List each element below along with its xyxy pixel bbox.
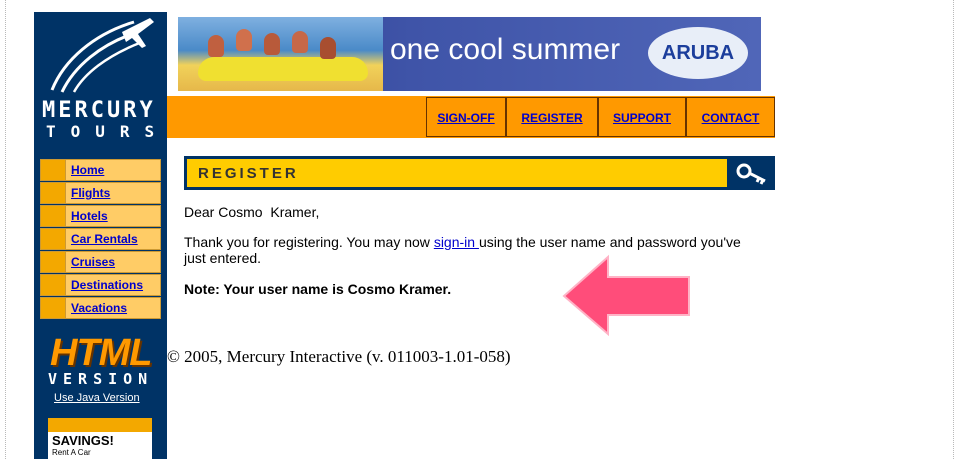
section-title: REGISTER	[198, 165, 299, 182]
brand-subname: TOURS	[46, 122, 170, 141]
ad-title: SAVINGS!	[52, 433, 114, 448]
nav-contact[interactable]: CONTACT	[686, 97, 775, 137]
sidebar-item-label[interactable]: Flights	[71, 186, 110, 200]
copyright-footer: © 2005, Mercury Interactive (v. 011003-1…	[167, 347, 511, 366]
nav-support[interactable]: SUPPORT	[598, 97, 686, 137]
sidebar: MERCURY TOURS Home Flights Hotels Car Re…	[34, 12, 167, 471]
page-border-left	[0, 0, 6, 459]
bullet-icon	[41, 206, 66, 226]
bullet-icon	[41, 183, 66, 203]
version-label: VERSION	[48, 370, 154, 388]
plane-logo-icon	[50, 18, 154, 93]
arrow-annotation-icon	[562, 254, 690, 336]
logo: MERCURY TOURS	[34, 12, 167, 152]
nav-register-link[interactable]: REGISTER	[521, 111, 582, 125]
sidebar-nav: Home Flights Hotels Car Rentals Cruises …	[40, 159, 161, 320]
sidebar-item-destinations[interactable]: Destinations	[40, 274, 161, 296]
sidebar-item-label[interactable]: Cruises	[71, 255, 115, 269]
page-border-right	[953, 0, 961, 459]
greeting: Dear Cosmo Kramer,	[184, 204, 320, 220]
html-version-logo: HTML	[50, 332, 153, 374]
sidebar-item-home[interactable]: Home	[40, 159, 161, 181]
nav-sign-off[interactable]: SIGN-OFF	[426, 97, 506, 137]
banner-ad[interactable]: one cool summer ARUBA	[178, 17, 761, 91]
ad-subtitle: Rent A Car	[52, 448, 91, 457]
bullet-icon	[41, 229, 66, 249]
section-header: REGISTER	[184, 156, 775, 190]
key-icon	[733, 159, 771, 187]
boat-image	[198, 57, 368, 81]
nav-support-link[interactable]: SUPPORT	[613, 111, 671, 125]
brand-name: MERCURY	[42, 98, 156, 123]
sidebar-item-label[interactable]: Car Rentals	[71, 232, 138, 246]
sidebar-item-hotels[interactable]: Hotels	[40, 205, 161, 227]
savings-ad[interactable]: SAVINGS! Rent A Car	[48, 418, 152, 471]
nav-sign-off-link[interactable]: SIGN-OFF	[437, 111, 494, 125]
bullet-icon	[41, 298, 66, 318]
nav-contact-link[interactable]: CONTACT	[702, 111, 760, 125]
username-note: Note: Your user name is Cosmo Kramer.	[184, 281, 452, 297]
aruba-logo: ARUBA	[648, 27, 748, 79]
java-version-link[interactable]: Use Java Version	[54, 392, 140, 404]
sidebar-item-label[interactable]: Vacations	[71, 301, 127, 315]
top-nav: SIGN-OFF REGISTER SUPPORT CONTACT	[167, 96, 775, 138]
banner-title: one cool summer	[390, 33, 621, 66]
sidebar-item-flights[interactable]: Flights	[40, 182, 161, 204]
banner-photo	[178, 17, 383, 91]
sidebar-item-label[interactable]: Destinations	[71, 278, 143, 292]
sidebar-item-vacations[interactable]: Vacations	[40, 297, 161, 319]
bullet-icon	[41, 160, 66, 180]
sidebar-item-label[interactable]: Hotels	[71, 209, 108, 223]
sidebar-item-car-rentals[interactable]: Car Rentals	[40, 228, 161, 250]
sidebar-item-label[interactable]: Home	[71, 163, 104, 177]
sign-in-link[interactable]: sign-in	[434, 234, 479, 250]
nav-register[interactable]: REGISTER	[506, 97, 598, 137]
bullet-icon	[41, 275, 66, 295]
sidebar-item-cruises[interactable]: Cruises	[40, 251, 161, 273]
bullet-icon	[41, 252, 66, 272]
